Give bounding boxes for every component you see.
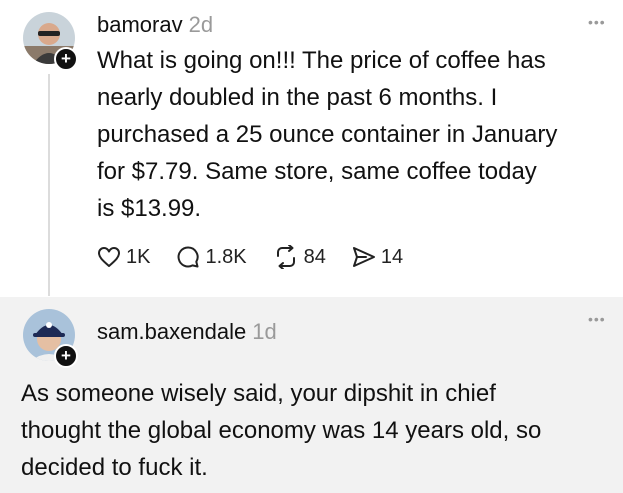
speech-bubble-icon xyxy=(178,246,200,268)
reply-body: As someone wisely said, your dipshit in … xyxy=(21,380,542,481)
send-icon xyxy=(352,247,375,267)
repost-count: 84 xyxy=(303,245,326,268)
share-count: 14 xyxy=(380,245,404,268)
post-author: sam.baxendale 1d xyxy=(97,319,277,345)
repost-icon xyxy=(276,245,295,269)
like-button[interactable]: 1K xyxy=(97,246,150,269)
more-options-icon[interactable]: ••• xyxy=(588,14,606,30)
original-post: + bamorav 2d ••• What is going on!!! The … xyxy=(0,0,623,297)
post-time: 1d xyxy=(252,319,277,344)
username-link[interactable]: bamorav xyxy=(97,12,183,37)
share-button[interactable]: 14 xyxy=(352,245,403,269)
follow-plus-icon[interactable]: + xyxy=(54,47,78,71)
follow-plus-icon[interactable]: + xyxy=(54,344,78,368)
like-count: 1K xyxy=(126,245,151,268)
more-options-icon[interactable]: ••• xyxy=(588,311,606,327)
username-link[interactable]: sam.baxendale xyxy=(97,319,246,344)
post-author: bamorav 2d xyxy=(97,12,213,38)
post-actions: 1K 1.8K 84 14 xyxy=(97,242,429,272)
thread-line xyxy=(48,74,50,296)
heart-icon xyxy=(98,247,120,267)
post-time: 2d xyxy=(188,12,214,37)
reply-count: 1.8K xyxy=(205,245,247,268)
reply-post: + sam.baxendale 1d ••• As someone wisely … xyxy=(0,297,623,493)
reply-button[interactable]: 1.8K xyxy=(176,245,247,269)
post-body: What is going on!!! The price of coffee … xyxy=(97,47,558,222)
repost-button[interactable]: 84 xyxy=(273,245,326,269)
